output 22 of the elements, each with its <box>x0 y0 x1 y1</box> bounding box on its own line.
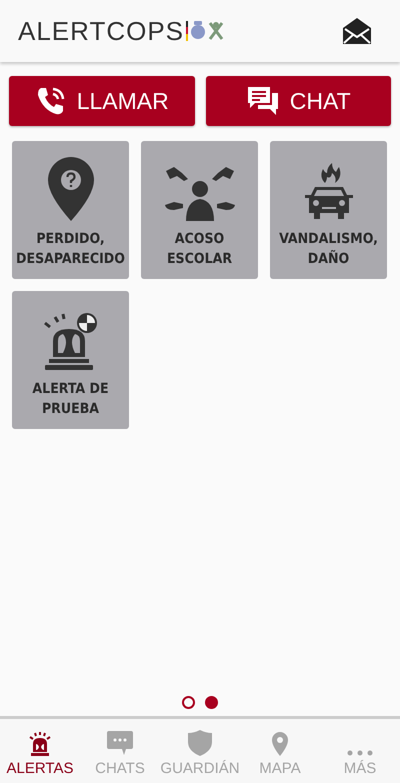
chat-bubble-icon <box>106 730 134 756</box>
tab[interactable]: ALERTAS <box>0 719 80 783</box>
chat-button[interactable]: CHAT <box>206 76 391 126</box>
page-dot[interactable] <box>205 696 218 709</box>
mail-button[interactable] <box>342 17 372 45</box>
more-icon <box>347 750 373 756</box>
pointing-hands-icon <box>164 165 236 221</box>
location-pin-icon <box>48 157 94 221</box>
shield-icon <box>188 730 212 756</box>
page-dot[interactable] <box>182 696 195 709</box>
chat-icon <box>246 85 280 117</box>
envelope-icon <box>342 17 372 45</box>
alert-tile[interactable]: ALERTA DE PRUEBA <box>12 291 129 429</box>
location-pin-icon <box>272 732 288 756</box>
siren-icon <box>42 311 98 371</box>
call-button[interactable]: LLAMAR <box>9 76 194 126</box>
alert-tile[interactable]: PERDIDO, DESAPARECIDO <box>12 141 129 279</box>
alert-tile[interactable]: VANDALISMO, DAÑO <box>270 141 387 279</box>
siren-icon <box>28 732 52 756</box>
alert-tile[interactable]: ACOSO ESCOLAR <box>141 141 258 279</box>
burning-car-icon <box>302 163 354 221</box>
app-logo: ALERTCOPS <box>18 16 184 46</box>
